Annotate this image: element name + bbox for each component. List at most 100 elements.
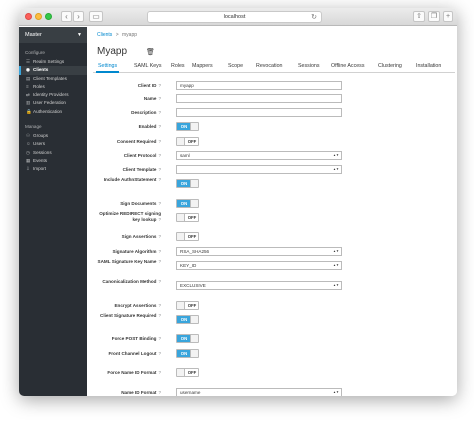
help-icon[interactable]: ?: [158, 303, 161, 308]
help-icon[interactable]: ?: [158, 370, 161, 375]
help-icon[interactable]: ?: [158, 96, 161, 101]
front-channel-logout-toggle[interactable]: ON: [176, 349, 199, 358]
canonicalization-method-select[interactable]: EXCLUSIVE ▲▼: [176, 281, 342, 290]
tab-sessions[interactable]: Sessions: [298, 63, 320, 69]
sidebar-item-users[interactable]: ☺ Users: [19, 140, 87, 148]
help-icon[interactable]: ?: [158, 249, 161, 254]
help-icon[interactable]: ?: [158, 110, 161, 115]
sidebar-item-label: Events: [33, 157, 48, 163]
field-label: Client Signature Required?: [91, 313, 161, 319]
zoom-window-button[interactable]: [45, 13, 52, 20]
sign-documents-toggle[interactable]: ON: [176, 199, 199, 208]
sidebar-item-realm-settings[interactable]: ☰ Realm Settings: [19, 58, 87, 66]
tab-clustering[interactable]: Clustering: [378, 63, 402, 69]
force-name-id-format-toggle[interactable]: OFF: [176, 368, 199, 377]
user-icon: ☺: [26, 141, 31, 147]
help-icon[interactable]: ?: [158, 313, 161, 318]
address-bar[interactable]: localhost ↻: [147, 11, 322, 23]
help-icon[interactable]: ?: [158, 279, 161, 284]
tab-roles[interactable]: Roles: [171, 63, 185, 69]
tab-settings[interactable]: Settings: [95, 63, 120, 73]
help-icon[interactable]: ?: [158, 201, 161, 206]
tabs-icon[interactable]: ❐: [428, 11, 440, 22]
name-input[interactable]: [176, 94, 342, 103]
field-label-text: Client ID: [137, 82, 157, 88]
field-label: Description?: [91, 110, 161, 116]
help-icon[interactable]: ?: [158, 217, 161, 222]
consent-required-toggle[interactable]: OFF: [176, 137, 199, 146]
tab-revocation[interactable]: Revocation: [256, 63, 283, 69]
client-signature-required-toggle[interactable]: ON: [176, 315, 199, 324]
delete-client-icon[interactable]: 🗑: [146, 48, 155, 56]
toggle-knob: [190, 123, 198, 130]
reload-icon[interactable]: ↻: [311, 12, 317, 23]
field-label: Enabled?: [91, 124, 161, 130]
select-arrows-icon: ▲▼: [333, 390, 339, 394]
sidebar-item-user-federation[interactable]: ▥ User Federation: [19, 99, 87, 107]
breadcrumb-clients-link[interactable]: Clients: [97, 32, 112, 38]
field-label-text: Force Name ID Format: [107, 369, 157, 375]
sidebar-toggle-icon[interactable]: ▭: [89, 11, 103, 22]
description-input[interactable]: [176, 108, 342, 117]
help-icon[interactable]: ?: [158, 139, 161, 144]
realm-selector[interactable]: Master ▼: [19, 27, 87, 43]
forward-icon[interactable]: ›: [73, 11, 84, 22]
field-label-text: Include AuthnStatement: [103, 177, 157, 182]
field-label: Sign Assertions?: [91, 234, 161, 240]
chevron-down-icon: ▼: [77, 32, 82, 38]
help-icon[interactable]: ?: [158, 167, 161, 172]
sidebar-item-client-templates[interactable]: ▤ Client Templates: [19, 75, 87, 83]
field-label-text: SAML Signature Key Name: [97, 259, 157, 264]
toggle-knob: [177, 214, 185, 221]
tab-saml-keys[interactable]: SAML Keys: [134, 63, 161, 69]
sidebar-item-roles[interactable]: ≡ Roles: [19, 83, 87, 91]
users-icon: ⚇: [26, 133, 31, 139]
client-protocol-select[interactable]: saml ▲▼: [176, 151, 342, 160]
sidebar-item-label: Clients: [33, 67, 49, 73]
field-label-text: Enabled: [138, 123, 157, 129]
sidebar-item-groups[interactable]: ⚇ Groups: [19, 132, 87, 140]
help-icon[interactable]: ?: [158, 124, 161, 129]
field-label: Force POST Binding?: [91, 336, 161, 342]
tab-offline-access[interactable]: Offline Access: [331, 63, 364, 69]
help-icon[interactable]: ?: [158, 336, 161, 341]
close-window-button[interactable]: [25, 13, 32, 20]
minimize-window-button[interactable]: [35, 13, 42, 20]
enabled-toggle[interactable]: ON: [176, 122, 199, 131]
sidebar-item-events[interactable]: ▦ Events: [19, 157, 87, 165]
optimize-redirect-signing-key-lookup-toggle[interactable]: OFF: [176, 213, 199, 222]
sign-assertions-toggle[interactable]: OFF: [176, 232, 199, 241]
help-icon[interactable]: ?: [158, 259, 161, 264]
sidebar-item-sessions[interactable]: ◷ Sessions: [19, 149, 87, 157]
help-icon[interactable]: ?: [158, 351, 161, 356]
sidebar-item-identity-providers[interactable]: ⇄ Identity Providers: [19, 91, 87, 99]
field-label: Front Channel Logout?: [91, 351, 161, 357]
back-icon[interactable]: ‹: [61, 11, 72, 22]
help-icon[interactable]: ?: [158, 153, 161, 158]
field-label-text: Name ID Format: [121, 389, 157, 395]
select-arrows-icon: ▲▼: [333, 263, 339, 267]
name-id-format-select[interactable]: username ▲▼: [176, 388, 342, 396]
client-template-select[interactable]: ▲▼: [176, 165, 342, 174]
help-icon[interactable]: ?: [158, 177, 161, 182]
force-post-binding-toggle[interactable]: ON: [176, 334, 199, 343]
tab-scope[interactable]: Scope: [228, 63, 243, 69]
sidebar-item-clients[interactable]: ◉ Clients: [19, 66, 87, 75]
field-label: Client ID?: [91, 83, 161, 89]
tab-mappers[interactable]: Mappers: [192, 63, 213, 69]
include-authnstatement-toggle[interactable]: ON: [176, 179, 199, 188]
help-icon[interactable]: ?: [158, 390, 161, 395]
sidebar-item-authentication[interactable]: 🔒 Authentication: [19, 108, 87, 116]
tab-installation[interactable]: Installation: [416, 63, 441, 69]
help-icon[interactable]: ?: [158, 83, 161, 88]
new-tab-icon[interactable]: +: [443, 11, 453, 22]
share-icon[interactable]: ⇧: [413, 11, 425, 22]
sidebar-item-import[interactable]: ⇩ Import: [19, 165, 87, 173]
help-icon[interactable]: ?: [158, 234, 161, 239]
saml-signature-key-name-select[interactable]: KEY_ID ▲▼: [176, 261, 342, 270]
import-icon: ⇩: [26, 166, 30, 172]
client-id-input[interactable]: myapp: [176, 81, 342, 90]
encrypt-assertions-toggle[interactable]: OFF: [176, 301, 199, 310]
template-icon: ▤: [26, 75, 31, 81]
signature-algorithm-select[interactable]: RSA_SHA256 ▲▼: [176, 247, 342, 256]
